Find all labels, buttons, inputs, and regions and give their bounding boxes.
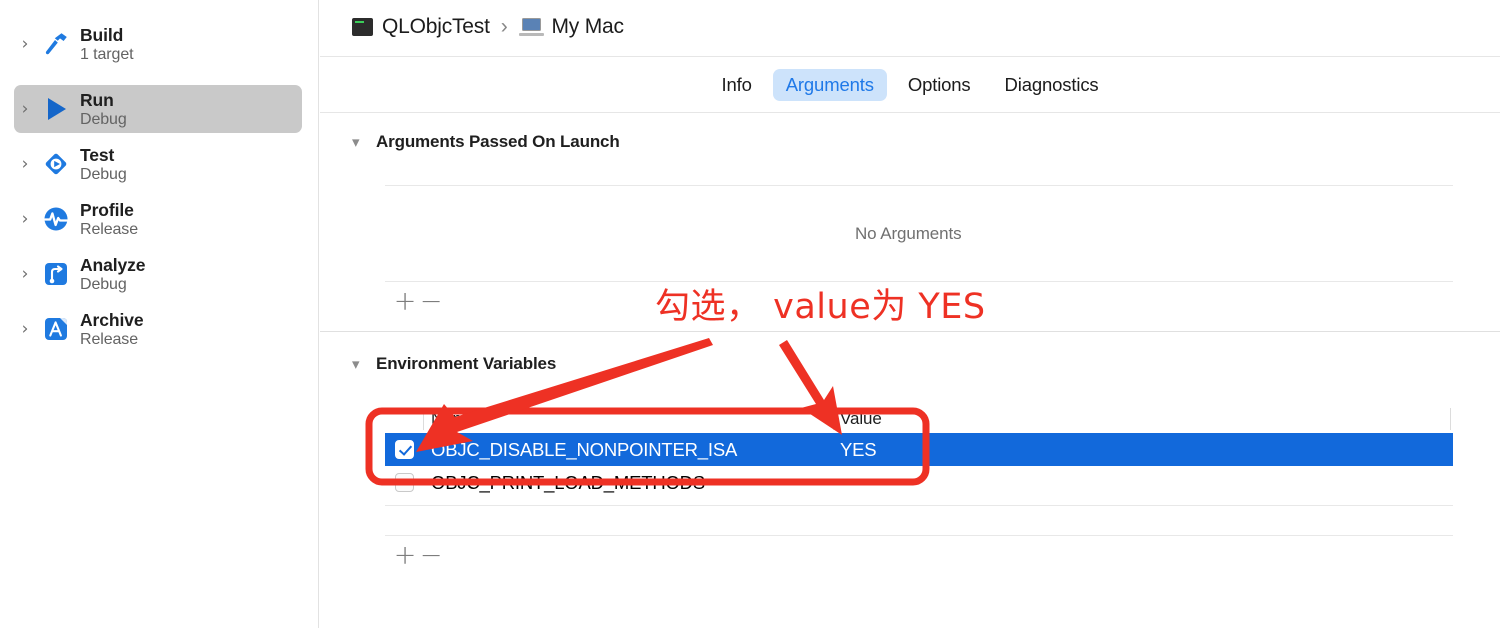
chevron-right-icon[interactable]: › [16,155,34,173]
env-var-value[interactable]: YES [840,439,877,461]
add-environment-variable-button[interactable]: + [392,542,418,569]
chevron-right-icon[interactable]: › [16,265,34,283]
arguments-section-header[interactable]: ▾ Arguments Passed On Launch [352,132,620,152]
sidebar-item-title: Archive [80,309,144,330]
environment-variables-table: Name Value OBJC_DISABLE_NONPOINTER_ISA Y… [385,405,1453,499]
tab-diagnostics[interactable]: Diagnostics [992,69,1112,101]
tab-options[interactable]: Options [895,69,984,101]
table-row[interactable]: OBJC_PRINT_LOAD_METHODS [385,466,1453,499]
sidebar-item-subtitle: Release [80,220,139,238]
profile-pulse-icon [38,201,74,237]
sidebar-item-analyze[interactable]: › Analyze Debug [14,250,302,298]
tabbar-divider [320,112,1500,113]
sidebar-item-test[interactable]: › Test Debug [14,140,302,188]
scheme-tab-bar: Info Arguments Options Diagnostics [320,57,1500,112]
chevron-right-icon[interactable]: › [16,320,34,338]
table-row[interactable]: OBJC_DISABLE_NONPOINTER_ISA YES [385,433,1453,466]
sidebar-item-title: Profile [80,199,134,220]
tab-arguments[interactable]: Arguments [772,68,887,101]
checkbox-unchecked-icon[interactable] [395,473,414,492]
environment-table-bottom-rule [385,535,1453,536]
arguments-add-remove-bar: + − [392,288,444,315]
checkbox-checked-icon[interactable] [395,440,414,459]
column-divider[interactable] [833,408,834,430]
sidebar-item-subtitle: Debug [80,275,127,293]
sidebar-item-subtitle: Release [80,330,139,348]
chevron-right-icon: › [500,15,508,38]
section-divider [320,331,1500,332]
table-header-row: Name Value [385,405,1453,433]
breadcrumb-scheme[interactable]: QLObjcTest [382,15,490,39]
play-icon [38,91,74,127]
chevron-right-icon[interactable]: › [16,35,34,53]
arguments-section-title: Arguments Passed On Launch [376,132,620,151]
sidebar-item-subtitle: Debug [80,165,127,183]
mac-computer-icon [518,17,544,37]
sidebar-item-title: Build [80,24,124,45]
environment-section-title: Environment Variables [376,354,557,373]
sidebar-item-archive[interactable]: › Archive Release [14,305,302,353]
analyze-icon [38,256,74,292]
sidebar-item-run[interactable]: › Run Debug [14,85,302,133]
environment-section-header[interactable]: ▾ Environment Variables [352,354,556,374]
sidebar-item-subtitle: 1 target [80,45,134,63]
remove-environment-variable-button[interactable]: − [418,542,444,569]
sidebar-item-title: Analyze [80,254,146,275]
terminal-app-icon [352,18,373,36]
env-var-name[interactable]: OBJC_PRINT_LOAD_METHODS [431,472,705,494]
env-var-name[interactable]: OBJC_DISABLE_NONPOINTER_ISA [431,439,737,461]
remove-argument-button[interactable]: − [418,288,444,315]
hammer-icon [38,26,74,62]
sidebar-item-profile[interactable]: › Profile Release [14,195,302,243]
arguments-table-top-rule [385,185,1453,186]
chevron-right-icon[interactable]: › [16,210,34,228]
environment-table-mid-rule [385,505,1453,506]
sidebar-item-title: Run [80,89,114,110]
arguments-empty-message: No Arguments [855,224,962,243]
tab-info[interactable]: Info [708,69,764,101]
column-header-value[interactable]: Value [840,409,882,429]
test-diamond-icon [38,146,74,182]
annotation-text: 勾选， value为 YES [655,287,986,327]
chevron-down-icon[interactable]: ▾ [352,356,372,372]
sidebar-item-build[interactable]: › Build 1 target [14,20,302,68]
sidebar-item-title: Test [80,144,115,165]
scheme-actions-sidebar: › Build 1 target › Run Debug › Test Debu… [0,0,319,628]
breadcrumb-destination[interactable]: My Mac [552,15,625,39]
column-divider[interactable] [1450,408,1451,430]
sidebar-item-subtitle: Debug [80,110,127,128]
chevron-right-icon[interactable]: › [16,100,34,118]
row-checkbox[interactable] [395,440,414,459]
row-checkbox[interactable] [395,473,414,492]
archive-icon [38,311,74,347]
chevron-down-icon[interactable]: ▾ [352,134,372,150]
column-divider[interactable] [423,408,424,430]
environment-add-remove-bar: + − [392,542,444,569]
add-argument-button[interactable]: + [392,288,418,315]
breadcrumb: QLObjcTest › My Mac [352,15,624,39]
xcode-scheme-editor-window: › Build 1 target › Run Debug › Test Debu… [0,0,1500,628]
column-header-name[interactable]: Name [431,409,476,429]
